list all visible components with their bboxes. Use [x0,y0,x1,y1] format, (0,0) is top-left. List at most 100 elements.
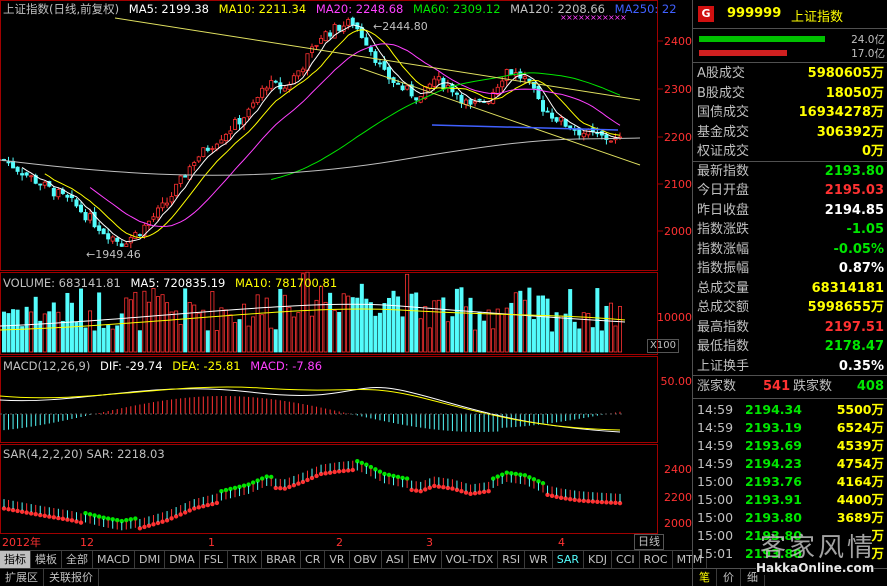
quote-foot-tab[interactable]: 价 [717,569,741,586]
ma5-line [21,24,621,243]
candle-body [459,94,464,104]
volume-bar [509,302,514,353]
quote-row: 基金成交 306392万 [693,123,887,143]
indicator-tab[interactable]: BRAR [262,551,302,568]
period-selector[interactable]: 日线 [634,534,664,550]
candle-body [328,32,333,37]
volume-bar [427,327,432,353]
candle-body [128,237,133,244]
quote-row: 指数涨跌 -1.05 [693,220,887,240]
candle-body [237,118,242,125]
quote-row-value: 2194.85 [824,202,884,218]
quote-row-value: 2195.03 [824,183,884,198]
volume-bar [237,319,242,353]
volume-bar [441,297,446,353]
indicator-tab[interactable]: RSI [498,551,526,568]
bottom-tab[interactable]: 关联报价 [44,569,99,586]
tick-price: 2194.23 [745,456,802,471]
candle-body [251,102,256,108]
volume-bar [341,293,346,353]
volume-bar [92,330,97,353]
indicator-tab[interactable]: WR [525,551,553,568]
sar-value: SAR(4,2,2,20) SAR: 2218.03 [3,447,165,461]
quote-row-label: 昨日收盘 [697,202,750,218]
volume-bar [282,294,287,353]
quote-row-value: 0.35% [838,358,884,374]
volume-bar [554,312,559,353]
macd-name: MACD(12,26,9) [3,359,91,373]
up-count: 541 [763,379,791,394]
volume-bar [450,316,455,353]
quote-row-value: -1.05 [846,222,884,237]
quote-row: 最高指数 2197.51 [693,318,887,338]
volume-bar [146,301,151,353]
volume-bar [309,315,314,353]
sell-strength-label: 17.0亿 [851,48,885,60]
indicator-tab[interactable]: 模板 [31,551,62,568]
indicator-tab[interactable]: 指标 [0,551,31,568]
sar-axis-label: 2400 [664,463,692,476]
indicator-tab[interactable]: ROC [640,551,673,568]
indicator-tab[interactable]: EMV [409,551,442,568]
index-code: 999999 [727,6,782,21]
quote-row-label: 指数振幅 [697,261,750,276]
volume-bar [264,297,269,353]
volume-bar [350,297,355,353]
price-panel-header: 上证指数(日线,前复权) MA5: 2199.38 MA10: 2211.34 … [3,2,683,16]
indicator-tab[interactable]: DMI [135,551,166,568]
tick-time: 15:00 [697,474,734,489]
indicator-tab[interactable]: FSL [200,551,228,568]
tick-time: 15:01 [697,546,734,561]
tick-volume: 3689万 [836,510,884,525]
volume-bar [15,309,20,353]
volume-bar [2,311,7,353]
candle-body [56,189,61,198]
date-label: 1 [208,536,215,549]
indicator-tab[interactable]: 全部 [62,551,93,568]
g-badge-icon[interactable]: G [698,6,714,22]
indicator-tab[interactable]: CR [301,551,326,568]
quote-foot-tab[interactable]: 笔 [693,569,717,586]
quote-row: 今日开盘 2195.03 [693,181,887,201]
bottom-tab[interactable]: 扩展区 [0,569,44,586]
indicator-tab[interactable]: VR [325,551,350,568]
indicator-tab[interactable]: TRIX [228,551,263,568]
indicator-tab[interactable]: DMA [165,551,200,568]
volume-bar [382,303,387,353]
quote-row-label: 国债成交 [697,105,750,120]
price-axis-label: 2200 [664,131,692,144]
indicator-tab[interactable]: MACD [93,551,135,568]
candle-body [260,87,265,98]
volume-bar [541,295,546,353]
volume-bar [377,312,382,353]
indicator-tab[interactable]: KDJ [584,551,612,568]
macd-value: MACD: -7.86 [250,359,323,373]
indicator-tab[interactable]: CCI [612,551,640,568]
indicator-tab[interactable]: SAR [553,551,585,568]
tick-row: 14:59 2193.19 6524万 [693,419,887,437]
indicator-tab-bar: 指标 模板 全部 MACD DMI DMA FSL TRIX BRAR CR VR OBV ASI EMV… [0,550,708,568]
volume-bar [187,302,192,353]
candle-body [223,133,228,142]
volume-bar [445,321,450,353]
kline-chart-area[interactable]: × × × × × × × × × × × [0,0,692,550]
candle-body [368,47,373,52]
quote-row-label: A股成交 [697,66,745,81]
volume-bar [355,297,360,353]
volume-bar [119,313,124,353]
quote-row-label: 指数涨幅 [697,241,750,257]
candle-body [24,172,29,176]
indicator-tab[interactable]: VOL-TDX [442,551,499,568]
quote-panel: G 999999 上证指数 24.0亿 17.0亿 A股成交 5980605万 B股… [692,0,887,586]
volume-bar [6,313,11,353]
indicator-tab[interactable]: ASI [382,551,409,568]
sell-strength-bar [699,50,787,56]
volume-bar [251,316,256,353]
volume-bar [255,294,260,353]
ma250-value: MA250: 22 [614,2,677,16]
date-label: 2012年 [2,536,41,549]
volume-bar [183,288,188,353]
quote-row: 最低指数 2178.47 [693,337,887,357]
volume-bar [454,288,459,353]
indicator-tab[interactable]: OBV [350,551,382,568]
